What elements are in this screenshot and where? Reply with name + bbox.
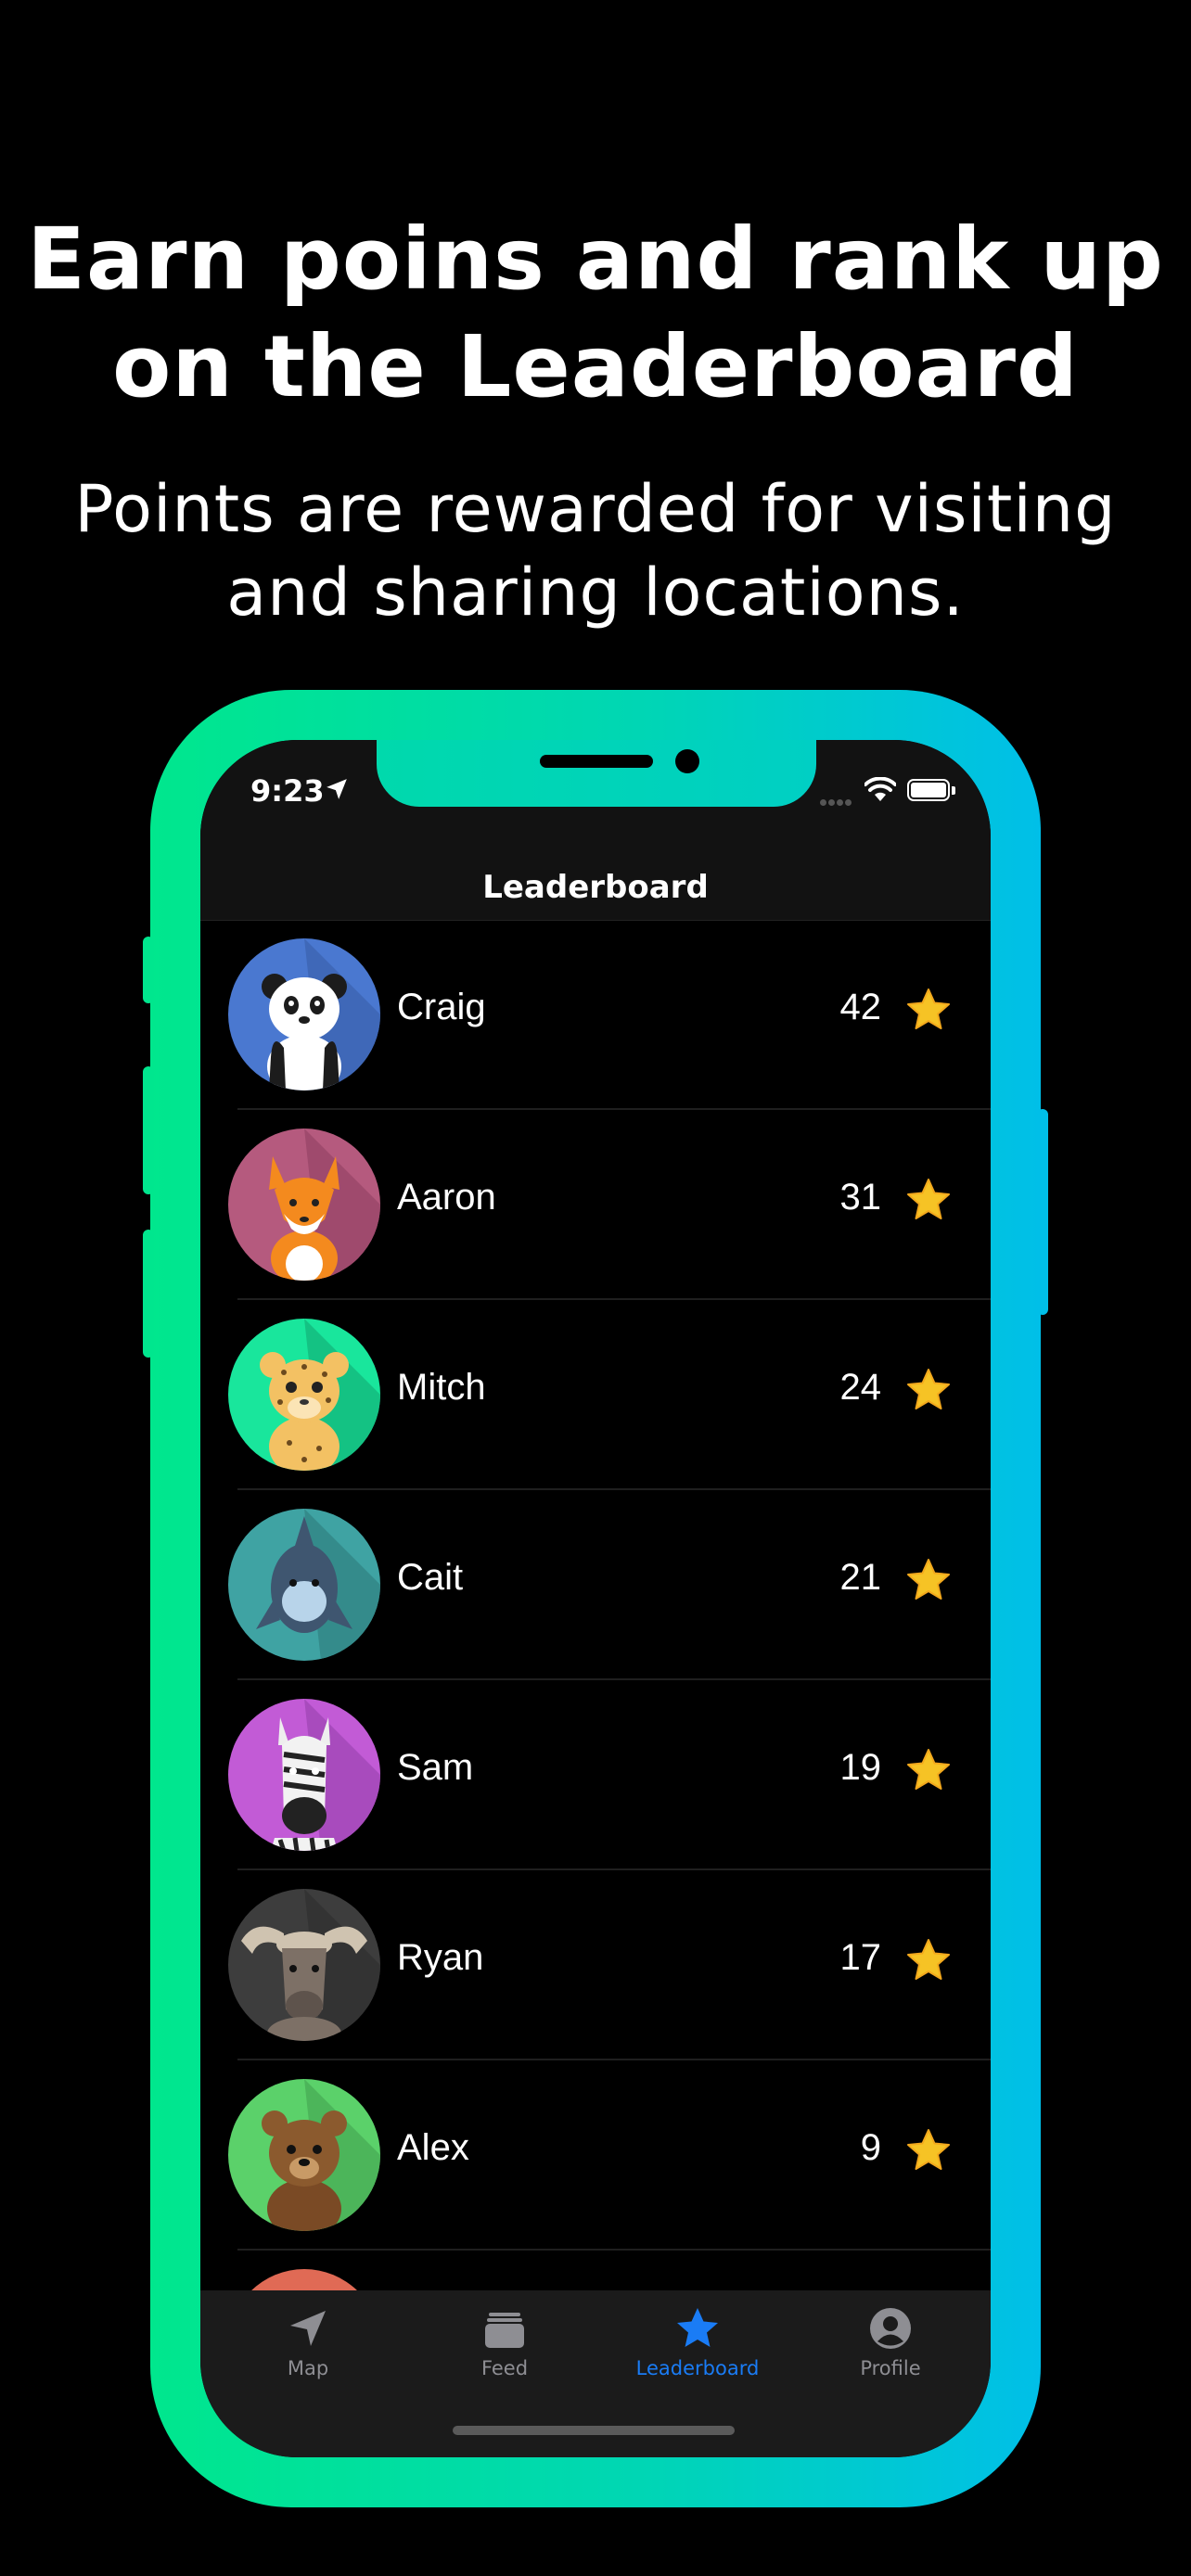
player-name: Craig xyxy=(397,987,486,1027)
location-arrow-icon xyxy=(327,779,347,799)
speaker-grille xyxy=(540,755,653,768)
headline-line-2: on the Leaderboard xyxy=(112,317,1079,416)
tab-bar: Map Feed Leaderboard Profile xyxy=(200,2290,991,2457)
volume-up-button xyxy=(143,1066,154,1194)
star-icon xyxy=(907,1939,950,1980)
status-time: 9:23 xyxy=(250,773,325,809)
leopard-avatar xyxy=(228,1319,380,1471)
player-points: 24 xyxy=(839,1367,882,1408)
star-icon xyxy=(677,2308,718,2347)
tab-label: Profile xyxy=(860,2357,921,2379)
cellular-signal-icon xyxy=(820,792,853,810)
fox-avatar xyxy=(228,1129,380,1281)
panda-avatar xyxy=(228,938,380,1090)
tab-label: Feed xyxy=(480,2357,529,2379)
battery-icon xyxy=(907,779,950,801)
person-circle-icon xyxy=(870,2308,911,2349)
subhead-line-1: Points are rewarded for visiting xyxy=(74,471,1117,547)
player-points: 42 xyxy=(839,987,882,1027)
dolphin-avatar xyxy=(228,1509,380,1661)
leaderboard-row[interactable]: Aaron 31 xyxy=(200,1110,991,1300)
player-points: 9 xyxy=(860,2127,881,2168)
tab-leaderboard[interactable]: Leaderboard xyxy=(605,2305,790,2379)
promo-subhead: Points are rewarded for visiting and sha… xyxy=(0,467,1191,634)
navigation-bar: Leaderboard xyxy=(200,864,991,921)
player-points: 21 xyxy=(839,1557,882,1598)
tab-label: Map xyxy=(287,2357,329,2379)
player-name: Mitch xyxy=(397,1367,486,1408)
buffalo-avatar xyxy=(228,1889,380,2041)
star-icon xyxy=(907,1559,950,1600)
zebra-avatar xyxy=(228,1699,380,1851)
star-icon xyxy=(907,1749,950,1790)
location-arrow-icon xyxy=(290,2311,326,2346)
tab-profile[interactable]: Profile xyxy=(798,2305,983,2379)
subhead-line-2: and sharing locations. xyxy=(226,555,965,631)
front-camera xyxy=(675,749,699,773)
tab-label: Leaderboard xyxy=(635,2357,760,2379)
player-points: 17 xyxy=(839,1937,882,1978)
star-icon xyxy=(907,2129,950,2170)
leaderboard-row[interactable]: Alex 9 xyxy=(200,2060,991,2251)
star-icon xyxy=(907,988,950,1029)
status-bar: 9:23 xyxy=(200,740,991,864)
player-name: Cait xyxy=(397,1557,464,1598)
battery-cap xyxy=(952,786,955,795)
star-icon xyxy=(907,1179,950,1219)
promo-headline: Earn poins and rank up on the Leaderboar… xyxy=(0,206,1191,421)
tab-map[interactable]: Map xyxy=(215,2305,401,2379)
player-name: Alex xyxy=(397,2127,469,2168)
feed-icon xyxy=(485,2313,524,2348)
leaderboard-row[interactable]: Cait 21 xyxy=(200,1490,991,1680)
player-name: Ryan xyxy=(397,1937,484,1978)
player-name: Aaron xyxy=(397,1177,496,1218)
player-name: Sam xyxy=(397,1747,474,1788)
player-points: 19 xyxy=(839,1747,882,1788)
bear-avatar xyxy=(228,2079,380,2231)
wifi-icon xyxy=(864,777,896,801)
volume-down-button xyxy=(143,1230,154,1358)
power-button xyxy=(1037,1109,1048,1315)
home-indicator[interactable] xyxy=(453,2426,735,2435)
mute-switch xyxy=(143,937,154,1003)
leaderboard-row[interactable]: Ryan 17 xyxy=(200,1870,991,2060)
notch xyxy=(377,740,816,807)
leaderboard-row[interactable]: Sam 19 xyxy=(200,1680,991,1870)
player-points: 31 xyxy=(839,1177,882,1218)
tab-feed[interactable]: Feed xyxy=(412,2305,597,2379)
leaderboard-row[interactable]: Mitch 24 xyxy=(200,1300,991,1490)
star-icon xyxy=(907,1369,950,1409)
leaderboard-row[interactable]: Craig 42 xyxy=(200,920,991,1110)
headline-line-1: Earn poins and rank up xyxy=(27,210,1164,309)
phone-screen: 9:23 Leaderboard Craig 42 Aaron 31 Mitch… xyxy=(200,740,991,2457)
page-title: Leaderboard xyxy=(482,869,709,906)
